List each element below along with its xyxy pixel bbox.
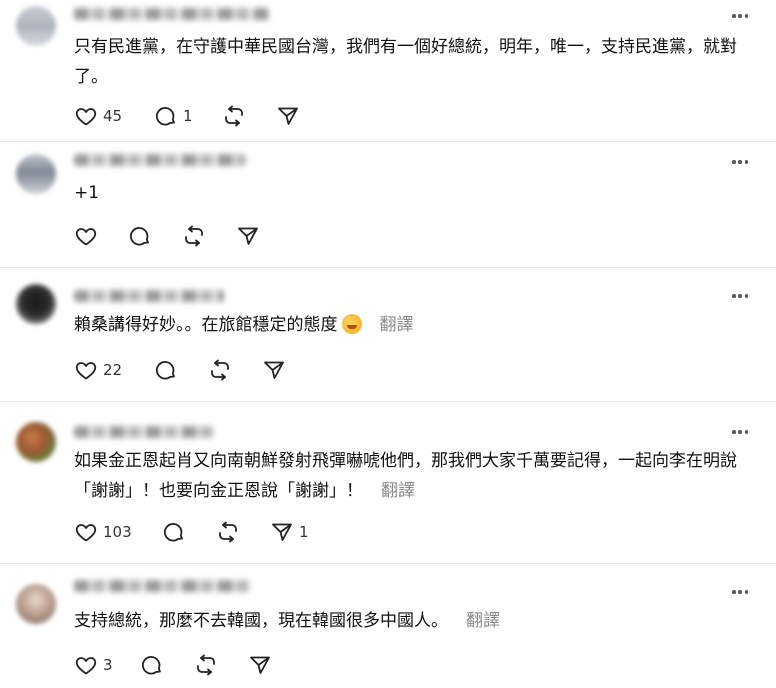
more-options-icon[interactable] [728,426,752,438]
send-icon [272,523,292,541]
username-blurred[interactable] [74,580,250,592]
like-count: 103 [103,523,132,541]
comment-bubble-icon [156,107,175,126]
reply-count: 1 [183,107,193,125]
send-icon [238,227,258,245]
reply-button[interactable] [140,653,194,677]
like-button[interactable]: 3 [74,653,140,677]
username-blurred[interactable] [74,8,269,20]
action-bar: 103 1 [74,520,320,544]
repost-button[interactable] [216,520,270,544]
like-count: 45 [103,107,123,125]
comment-item: 只有民進黨，在守護中華民國台灣，我們有一個好總統，明年，唯一，支持民進黨，就對了… [0,0,776,140]
send-icon [264,361,284,379]
reply-button[interactable] [128,224,182,248]
comment-body: 賴桑講得好妙。。在旅館穩定的態度 [74,315,338,335]
share-button[interactable] [276,104,316,128]
comment-item: 支持總統，那麼不去韓國，現在韓國很多中國人。 翻譯 3 [0,564,776,688]
like-button[interactable]: 45 [74,104,154,128]
repost-icon [225,105,243,127]
avatar[interactable] [16,584,56,624]
like-count: 22 [103,361,123,379]
repost-icon [185,225,203,247]
repost-icon [219,521,237,543]
more-options-icon[interactable] [728,290,752,302]
comment-bubble-icon [130,227,149,246]
username-blurred[interactable] [74,426,214,438]
action-bar: 3 [74,653,288,677]
repost-button[interactable] [208,358,262,382]
username-blurred[interactable] [74,154,246,166]
more-options-icon[interactable] [728,10,752,22]
reply-button[interactable] [162,520,216,544]
heart-icon [75,362,97,380]
repost-button[interactable] [194,653,248,677]
avatar[interactable] [16,422,56,462]
comment-body: 支持總統，那麼不去韓國，現在韓國很多中國人。 [74,611,448,631]
comment-text: 支持總統，那麼不去韓國，現在韓國很多中國人。 翻譯 [74,606,750,636]
action-bar: 22 [74,358,302,382]
share-count: 1 [299,523,309,541]
comment-item: +1 [0,142,776,266]
repost-icon [197,654,215,676]
share-button[interactable] [262,358,302,382]
comment-item: 如果金正恩起肖又向南朝鮮發射飛彈嚇唬他們，那我們大家千萬要記得，一起向李在明說「… [0,402,776,562]
heart-icon [75,228,97,246]
comment-text: 只有民進黨，在守護中華民國台灣，我們有一個好總統，明年，唯一，支持民進黨，就對了… [74,37,737,87]
comment-text: 賴桑講得好妙。。在旅館穩定的態度 翻譯 [74,310,750,340]
like-button[interactable]: 22 [74,358,154,382]
heart-icon [75,108,97,126]
comment-bubble-icon [164,523,183,542]
heart-icon [75,524,97,542]
send-icon [278,107,298,125]
like-count: 3 [103,656,113,674]
translate-link[interactable]: 翻譯 [380,315,414,335]
reply-button[interactable]: 1 [154,104,222,128]
rolling-on-floor-laughing-emoji [341,314,362,334]
repost-icon [211,359,229,381]
like-button[interactable]: 103 [74,520,162,544]
share-button[interactable] [248,653,288,677]
repost-button[interactable] [222,104,276,128]
avatar[interactable] [16,284,56,324]
more-options-icon[interactable] [728,586,752,598]
avatar[interactable] [16,154,56,194]
comment-bubble-icon [156,361,175,380]
translate-link[interactable]: 翻譯 [466,611,500,631]
like-button[interactable] [74,224,128,248]
comment-text: +1 [74,183,100,203]
reply-button[interactable] [154,358,208,382]
username-blurred[interactable] [74,290,224,302]
comment-item: 賴桑講得好妙。。在旅館穩定的態度 翻譯 22 [0,268,776,400]
more-options-icon[interactable] [728,156,752,168]
share-button[interactable]: 1 [270,520,320,544]
action-bar [74,224,276,248]
avatar[interactable] [16,6,56,46]
send-icon [250,656,270,674]
heart-icon [75,657,97,675]
share-button[interactable] [236,224,276,248]
comment-text: 如果金正恩起肖又向南朝鮮發射飛彈嚇唬他們，那我們大家千萬要記得，一起向李在明說「… [74,446,744,506]
action-bar: 45 1 [74,104,316,128]
comment-bubble-icon [142,656,161,675]
translate-link[interactable]: 翻譯 [381,481,415,501]
repost-button[interactable] [182,224,236,248]
